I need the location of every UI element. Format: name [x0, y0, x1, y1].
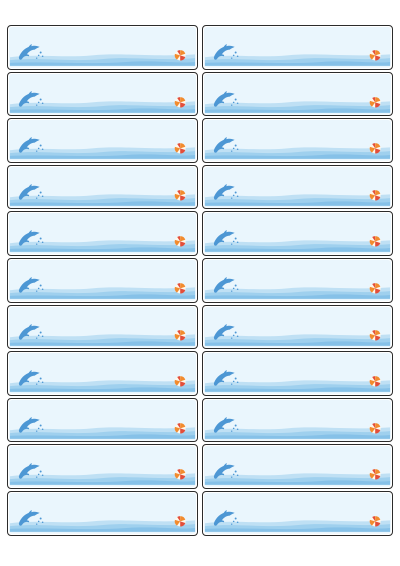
beach-ball-icon: [174, 236, 186, 247]
beach-ball-icon: [369, 469, 381, 480]
label-sheet: [0, 0, 400, 566]
address-label-9-2[interactable]: [202, 397, 393, 443]
label-artwork: [8, 492, 197, 534]
label-artwork: [203, 399, 392, 441]
label-artwork: [203, 213, 392, 255]
address-label-10-1[interactable]: [7, 444, 198, 489]
address-label-1-2[interactable]: [202, 25, 393, 70]
beach-ball-icon: [174, 376, 186, 387]
beach-ball-icon: [174, 469, 186, 480]
address-label-3-2[interactable]: [202, 118, 393, 163]
beach-ball-icon: [369, 96, 381, 108]
label-artwork: [203, 259, 392, 301]
beach-ball-icon: [174, 189, 186, 201]
label-artwork: [8, 306, 197, 348]
address-label-11-1[interactable]: [7, 490, 198, 536]
label-artwork: [203, 166, 392, 208]
address-label-2-1[interactable]: [7, 71, 198, 117]
address-label-7-1[interactable]: [7, 304, 198, 350]
label-artwork: [8, 399, 197, 441]
beach-ball-icon: [174, 283, 186, 294]
beach-ball-icon: [174, 143, 186, 154]
label-artwork: [8, 166, 197, 208]
address-label-6-2[interactable]: [202, 257, 393, 303]
label-artwork: [8, 120, 197, 161]
label-artwork: [8, 259, 197, 301]
label-artwork: [8, 26, 197, 68]
beach-ball-icon: [369, 236, 381, 247]
address-label-1-1[interactable]: [7, 25, 198, 70]
label-artwork: [8, 213, 197, 255]
address-label-2-2[interactable]: [202, 71, 393, 117]
address-label-4-1[interactable]: [7, 164, 198, 210]
label-artwork: [8, 446, 197, 487]
beach-ball-icon: [174, 96, 186, 108]
address-label-9-1[interactable]: [7, 397, 198, 443]
address-label-4-2[interactable]: [202, 164, 393, 210]
label-artwork: [8, 353, 197, 394]
beach-ball-icon: [369, 143, 381, 154]
address-label-6-1[interactable]: [7, 257, 198, 303]
address-label-10-2[interactable]: [202, 444, 393, 489]
address-label-8-1[interactable]: [7, 351, 198, 396]
beach-ball-icon: [369, 329, 381, 341]
address-label-8-2[interactable]: [202, 351, 393, 396]
beach-ball-icon: [369, 376, 381, 387]
label-artwork: [203, 306, 392, 348]
beach-ball-icon: [369, 189, 381, 201]
address-label-3-1[interactable]: [7, 118, 198, 163]
address-label-7-2[interactable]: [202, 304, 393, 350]
label-artwork: [203, 446, 392, 487]
beach-ball-icon: [174, 329, 186, 341]
label-artwork: [203, 353, 392, 394]
label-artwork: [203, 492, 392, 534]
label-artwork: [8, 73, 197, 115]
beach-ball-icon: [174, 516, 186, 527]
beach-ball-icon: [174, 50, 186, 61]
beach-ball-icon: [369, 50, 381, 61]
label-artwork: [203, 26, 392, 68]
address-label-5-1[interactable]: [7, 211, 198, 256]
label-artwork: [203, 120, 392, 161]
label-grid: [7, 25, 393, 536]
beach-ball-icon: [369, 283, 381, 294]
beach-ball-icon: [369, 422, 381, 434]
label-artwork: [203, 73, 392, 115]
beach-ball-icon: [369, 516, 381, 527]
address-label-5-2[interactable]: [202, 211, 393, 256]
address-label-11-2[interactable]: [202, 490, 393, 536]
beach-ball-icon: [174, 422, 186, 434]
